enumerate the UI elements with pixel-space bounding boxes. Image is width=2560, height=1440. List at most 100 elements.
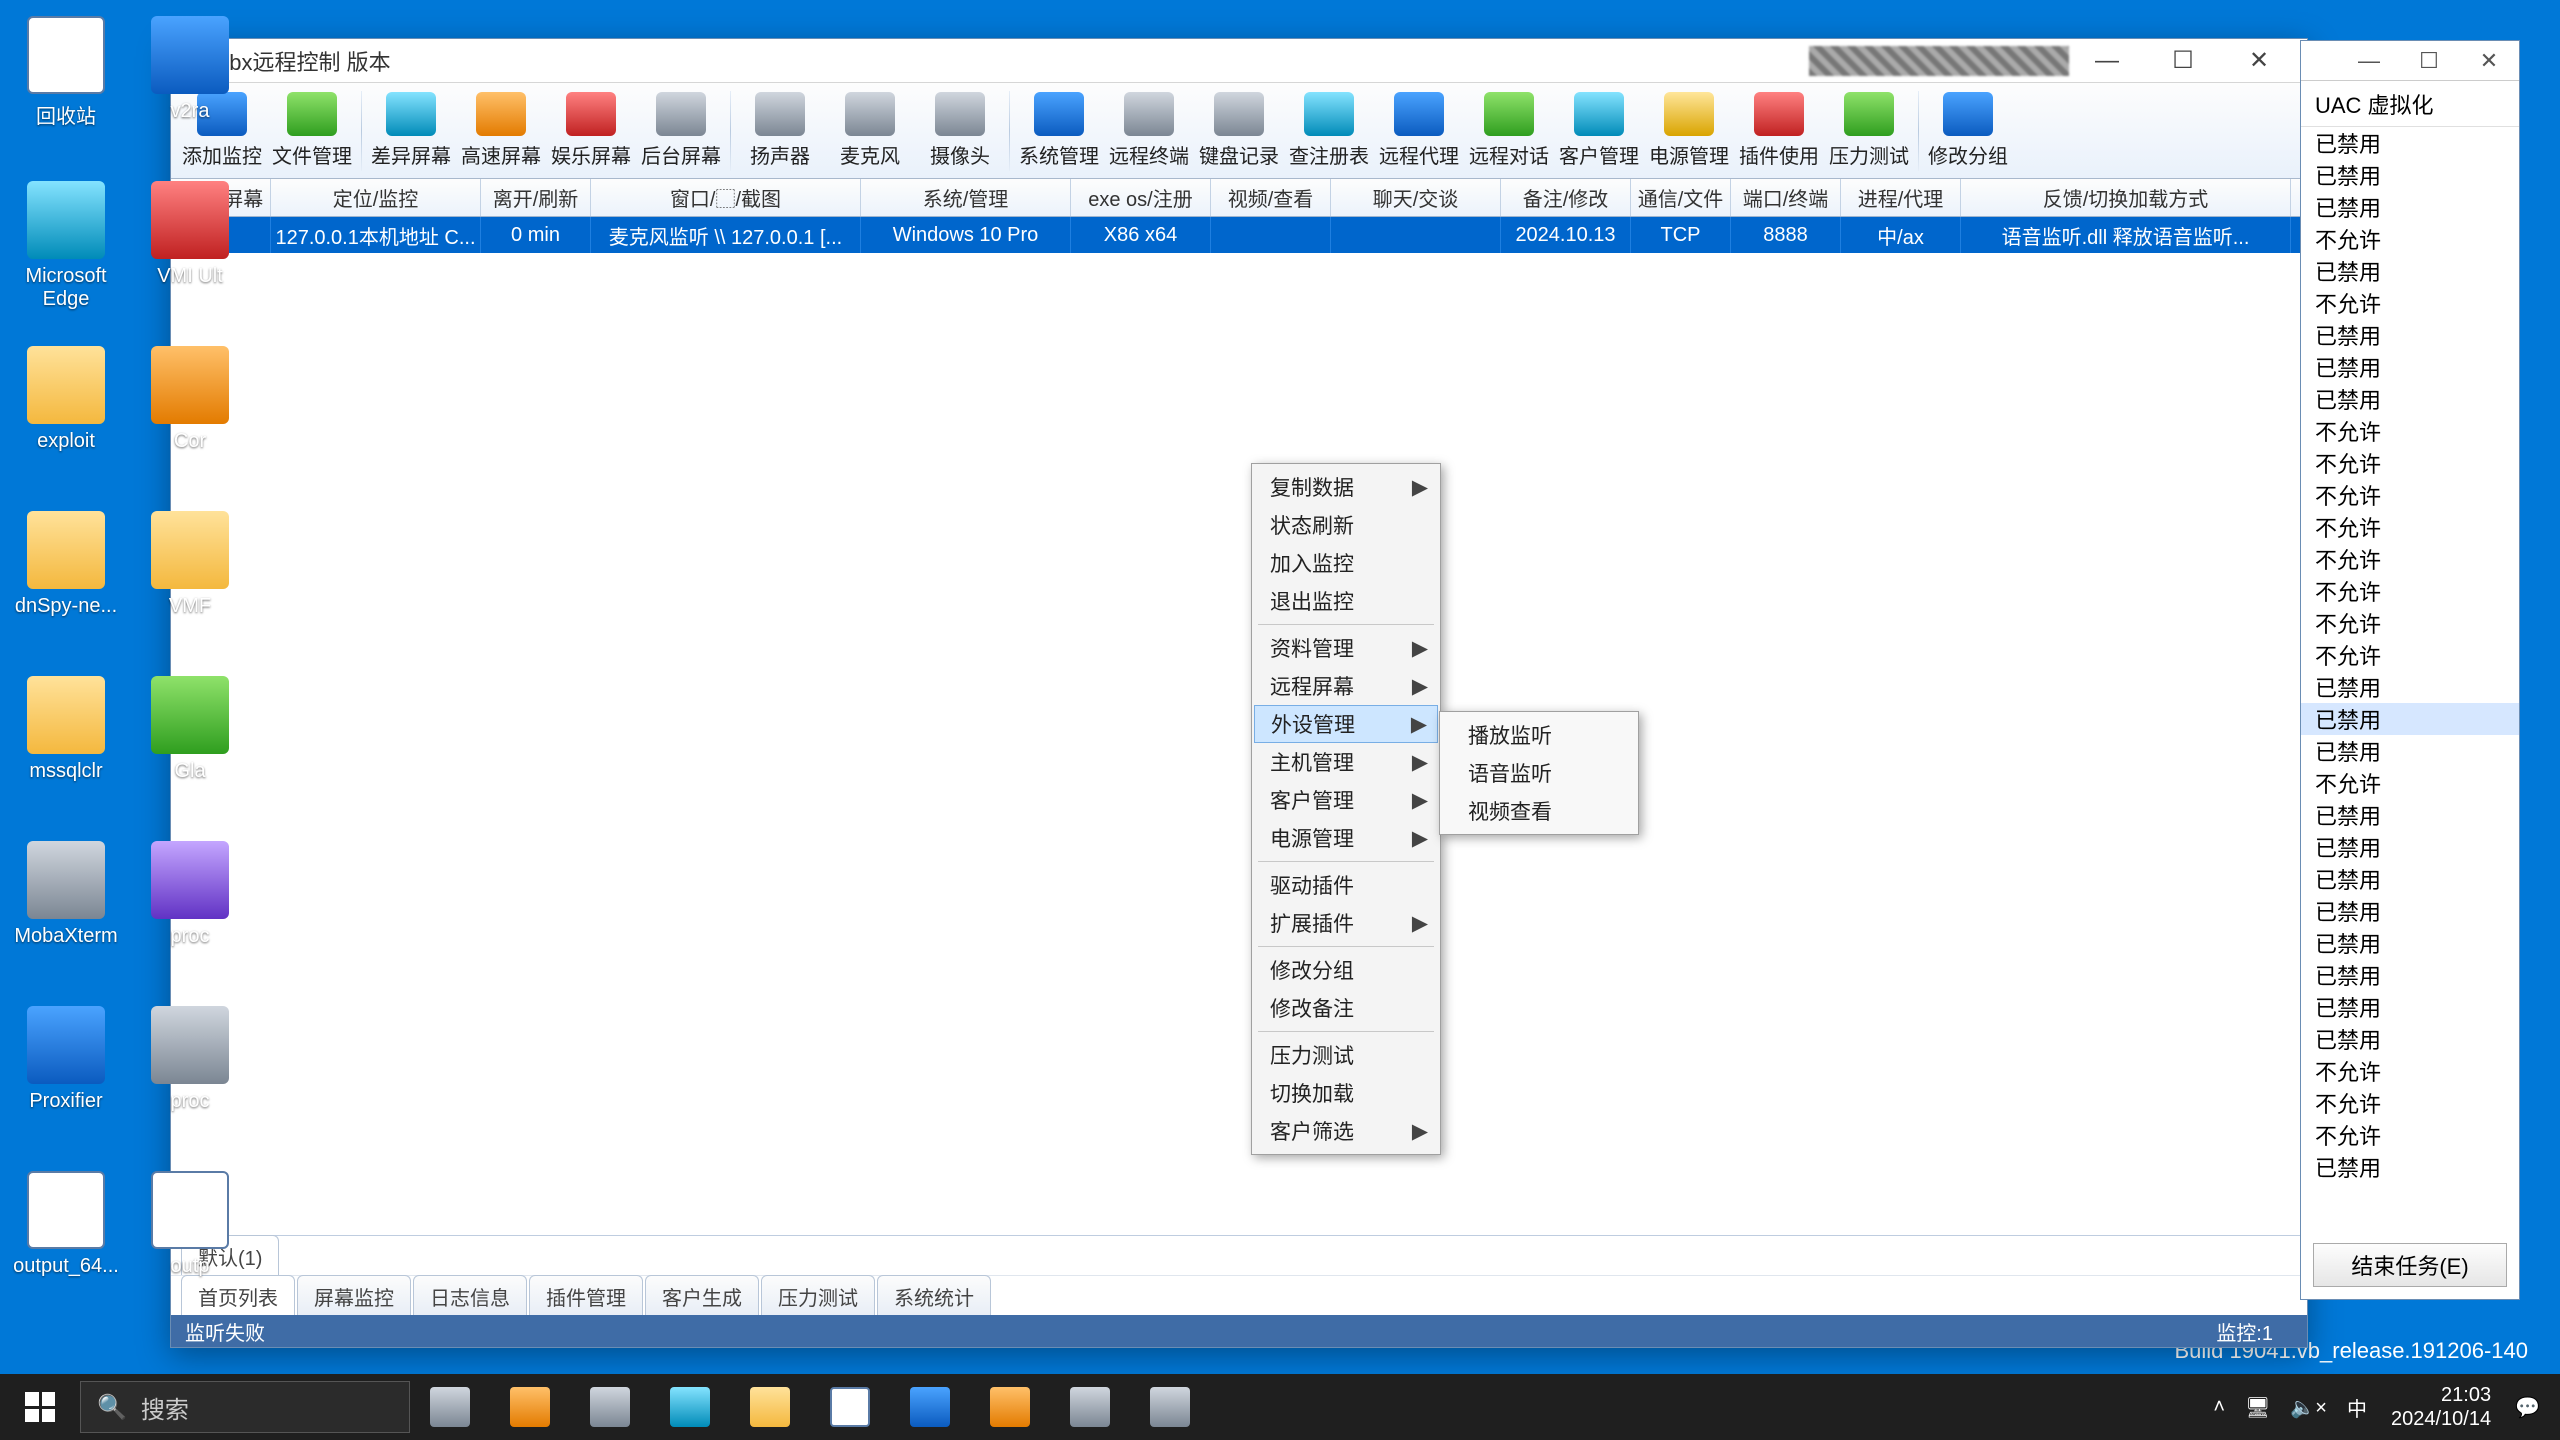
desktop-icon[interactable]: Gla	[130, 666, 250, 831]
uac-row[interactable]: 已禁用	[2301, 127, 2519, 159]
submenu-item-视频查看[interactable]: 视频查看	[1442, 792, 1636, 830]
uac-row[interactable]: 已禁用	[2301, 799, 2519, 831]
taskbar-store[interactable]	[810, 1374, 890, 1440]
tab-插件管理[interactable]: 插件管理	[529, 1275, 643, 1315]
column-header[interactable]: 视频/查看	[1211, 179, 1331, 216]
menu-item-切换加载[interactable]: 切换加载	[1254, 1074, 1438, 1112]
desktop-icon[interactable]: MobaXterm	[6, 831, 126, 996]
taskbar-app-5[interactable]	[1130, 1374, 1210, 1440]
desktop-icon[interactable]: outp	[130, 1161, 250, 1326]
taskbar-search[interactable]: 🔍 搜索	[80, 1381, 410, 1433]
tab-压力测试[interactable]: 压力测试	[761, 1275, 875, 1315]
tray-chevron-icon[interactable]: ˄	[2203, 1396, 2235, 1419]
uac-row[interactable]: 不允许	[2301, 1055, 2519, 1087]
menu-item-修改分组[interactable]: 修改分组	[1254, 951, 1438, 989]
desktop-icon[interactable]: VMI Ult	[130, 171, 250, 336]
uac-row[interactable]: 不允许	[2301, 1087, 2519, 1119]
menu-item-电源管理[interactable]: 电源管理▶	[1254, 819, 1438, 857]
menu-item-驱动插件[interactable]: 驱动插件	[1254, 866, 1438, 904]
column-header[interactable]: 通信/文件	[1631, 179, 1731, 216]
uac-row[interactable]: 不允许	[2301, 479, 2519, 511]
column-header[interactable]: 进程/代理	[1841, 179, 1961, 216]
maximize-button[interactable]: ☐	[2145, 39, 2221, 83]
toolbar-系统管理[interactable]: 系统管理	[1014, 86, 1104, 176]
column-header[interactable]: 聊天/交谈	[1331, 179, 1501, 216]
uac-row[interactable]: 已禁用	[2301, 383, 2519, 415]
taskbar-app-2[interactable]	[570, 1374, 650, 1440]
uac-row[interactable]: 不允许	[2301, 1119, 2519, 1151]
uac-row[interactable]: 已禁用	[2301, 351, 2519, 383]
uac-row[interactable]: 已禁用	[2301, 895, 2519, 927]
uac-row[interactable]: 已禁用	[2301, 927, 2519, 959]
toolbar-修改分组[interactable]: 修改分组	[1923, 86, 2013, 176]
tray-volume-icon[interactable]: 🔈×	[2280, 1395, 2337, 1420]
taskbar-explorer[interactable]	[730, 1374, 810, 1440]
rpanel-minimize[interactable]: ―	[2339, 41, 2399, 81]
uac-row[interactable]: 已禁用	[2301, 671, 2519, 703]
desktop-icon[interactable]: proc	[130, 831, 250, 996]
rpanel-maximize[interactable]: ☐	[2399, 41, 2459, 81]
menu-item-压力测试[interactable]: 压力测试	[1254, 1036, 1438, 1074]
desktop-icon[interactable]: Proxifier	[6, 996, 126, 1161]
toolbar-扬声器[interactable]: 扬声器	[735, 86, 825, 176]
tab-系统统计[interactable]: 系统统计	[877, 1275, 991, 1315]
desktop-icon[interactable]: output_64...	[6, 1161, 126, 1326]
uac-column-header[interactable]: UAC 虚拟化	[2301, 81, 2519, 127]
toolbar-差异屏幕[interactable]: 差异屏幕	[366, 86, 456, 176]
desktop-icon[interactable]: proc	[130, 996, 250, 1161]
uac-row[interactable]: 不允许	[2301, 223, 2519, 255]
start-button[interactable]	[0, 1374, 80, 1440]
toolbar-键盘记录[interactable]: 键盘记录	[1194, 86, 1284, 176]
column-header[interactable]: 窗口/⬚/截图	[591, 179, 861, 216]
submenu-item-语音监听[interactable]: 语音监听	[1442, 754, 1636, 792]
tray-clock[interactable]: 21:03 2024/10/14	[2377, 1383, 2505, 1431]
taskbar-mail[interactable]	[890, 1374, 970, 1440]
desktop-icon[interactable]: exploit	[6, 336, 126, 501]
toolbar-远程终端[interactable]: 远程终端	[1104, 86, 1194, 176]
toolbar-远程对话[interactable]: 远程对话	[1464, 86, 1554, 176]
menu-item-外设管理[interactable]: 外设管理▶	[1254, 705, 1438, 743]
tab-日志信息[interactable]: 日志信息	[413, 1275, 527, 1315]
taskbar-app-1[interactable]	[490, 1374, 570, 1440]
context-submenu-peripherals[interactable]: 播放监听语音监听视频查看	[1439, 711, 1639, 835]
toolbar-娱乐屏幕[interactable]: 娱乐屏幕	[546, 86, 636, 176]
toolbar-插件使用[interactable]: 插件使用	[1734, 86, 1824, 176]
column-header[interactable]: 备注/修改	[1501, 179, 1631, 216]
context-menu[interactable]: 复制数据▶状态刷新加入监控退出监控资料管理▶远程屏幕▶外设管理▶主机管理▶客户管…	[1251, 463, 1441, 1155]
menu-item-状态刷新[interactable]: 状态刷新	[1254, 506, 1438, 544]
toolbar-摄像头[interactable]: 摄像头	[915, 86, 1005, 176]
desktop-icon[interactable]: Cor	[130, 336, 250, 501]
column-header[interactable]: 端口/终端	[1731, 179, 1841, 216]
tab-屏幕监控[interactable]: 屏幕监控	[297, 1275, 411, 1315]
toolbar-远程代理[interactable]: 远程代理	[1374, 86, 1464, 176]
column-header[interactable]: exe os/注册	[1071, 179, 1211, 216]
taskbar[interactable]: 🔍 搜索 ˄ 🖥 🔈× 中 21:03 2024/10/14 💬	[0, 1374, 2560, 1440]
toolbar-麦克风[interactable]: 麦克风	[825, 86, 915, 176]
column-header[interactable]: 反馈/切换加载方式	[1961, 179, 2291, 216]
desktop-icon[interactable]: v2ra	[130, 6, 250, 171]
desktop-icon[interactable]: mssqlclr	[6, 666, 126, 831]
uac-row[interactable]: 已禁用	[2301, 319, 2519, 351]
desktop-icon[interactable]: dnSpy-ne...	[6, 501, 126, 666]
menu-item-远程屏幕[interactable]: 远程屏幕▶	[1254, 667, 1438, 705]
column-header[interactable]: 离开/刷新	[481, 179, 591, 216]
toolbar-压力测试[interactable]: 压力测试	[1824, 86, 1914, 176]
uac-row[interactable]: 已禁用	[2301, 191, 2519, 223]
rpanel-close[interactable]: ✕	[2459, 41, 2519, 81]
uac-list[interactable]: 已禁用已禁用已禁用不允许已禁用不允许已禁用已禁用已禁用不允许不允许不允许不允许不…	[2301, 127, 2519, 1231]
uac-row[interactable]: 已禁用	[2301, 255, 2519, 287]
menu-item-主机管理[interactable]: 主机管理▶	[1254, 743, 1438, 781]
submenu-item-播放监听[interactable]: 播放监听	[1442, 716, 1636, 754]
tray-ime[interactable]: 中	[2337, 1393, 2377, 1422]
uac-row[interactable]: 不允许	[2301, 767, 2519, 799]
uac-row[interactable]: 已禁用	[2301, 831, 2519, 863]
toolbar-文件管理[interactable]: 文件管理	[267, 86, 357, 176]
uac-row[interactable]: 已禁用	[2301, 863, 2519, 895]
tray-monitor-icon[interactable]: 🖥	[2235, 1395, 2280, 1420]
menu-item-客户管理[interactable]: 客户管理▶	[1254, 781, 1438, 819]
uac-row[interactable]: 已禁用	[2301, 1151, 2519, 1183]
taskbar-edge[interactable]	[650, 1374, 730, 1440]
toolbar-高速屏幕[interactable]: 高速屏幕	[456, 86, 546, 176]
uac-row[interactable]: 已禁用	[2301, 159, 2519, 191]
uac-row[interactable]: 不允许	[2301, 543, 2519, 575]
